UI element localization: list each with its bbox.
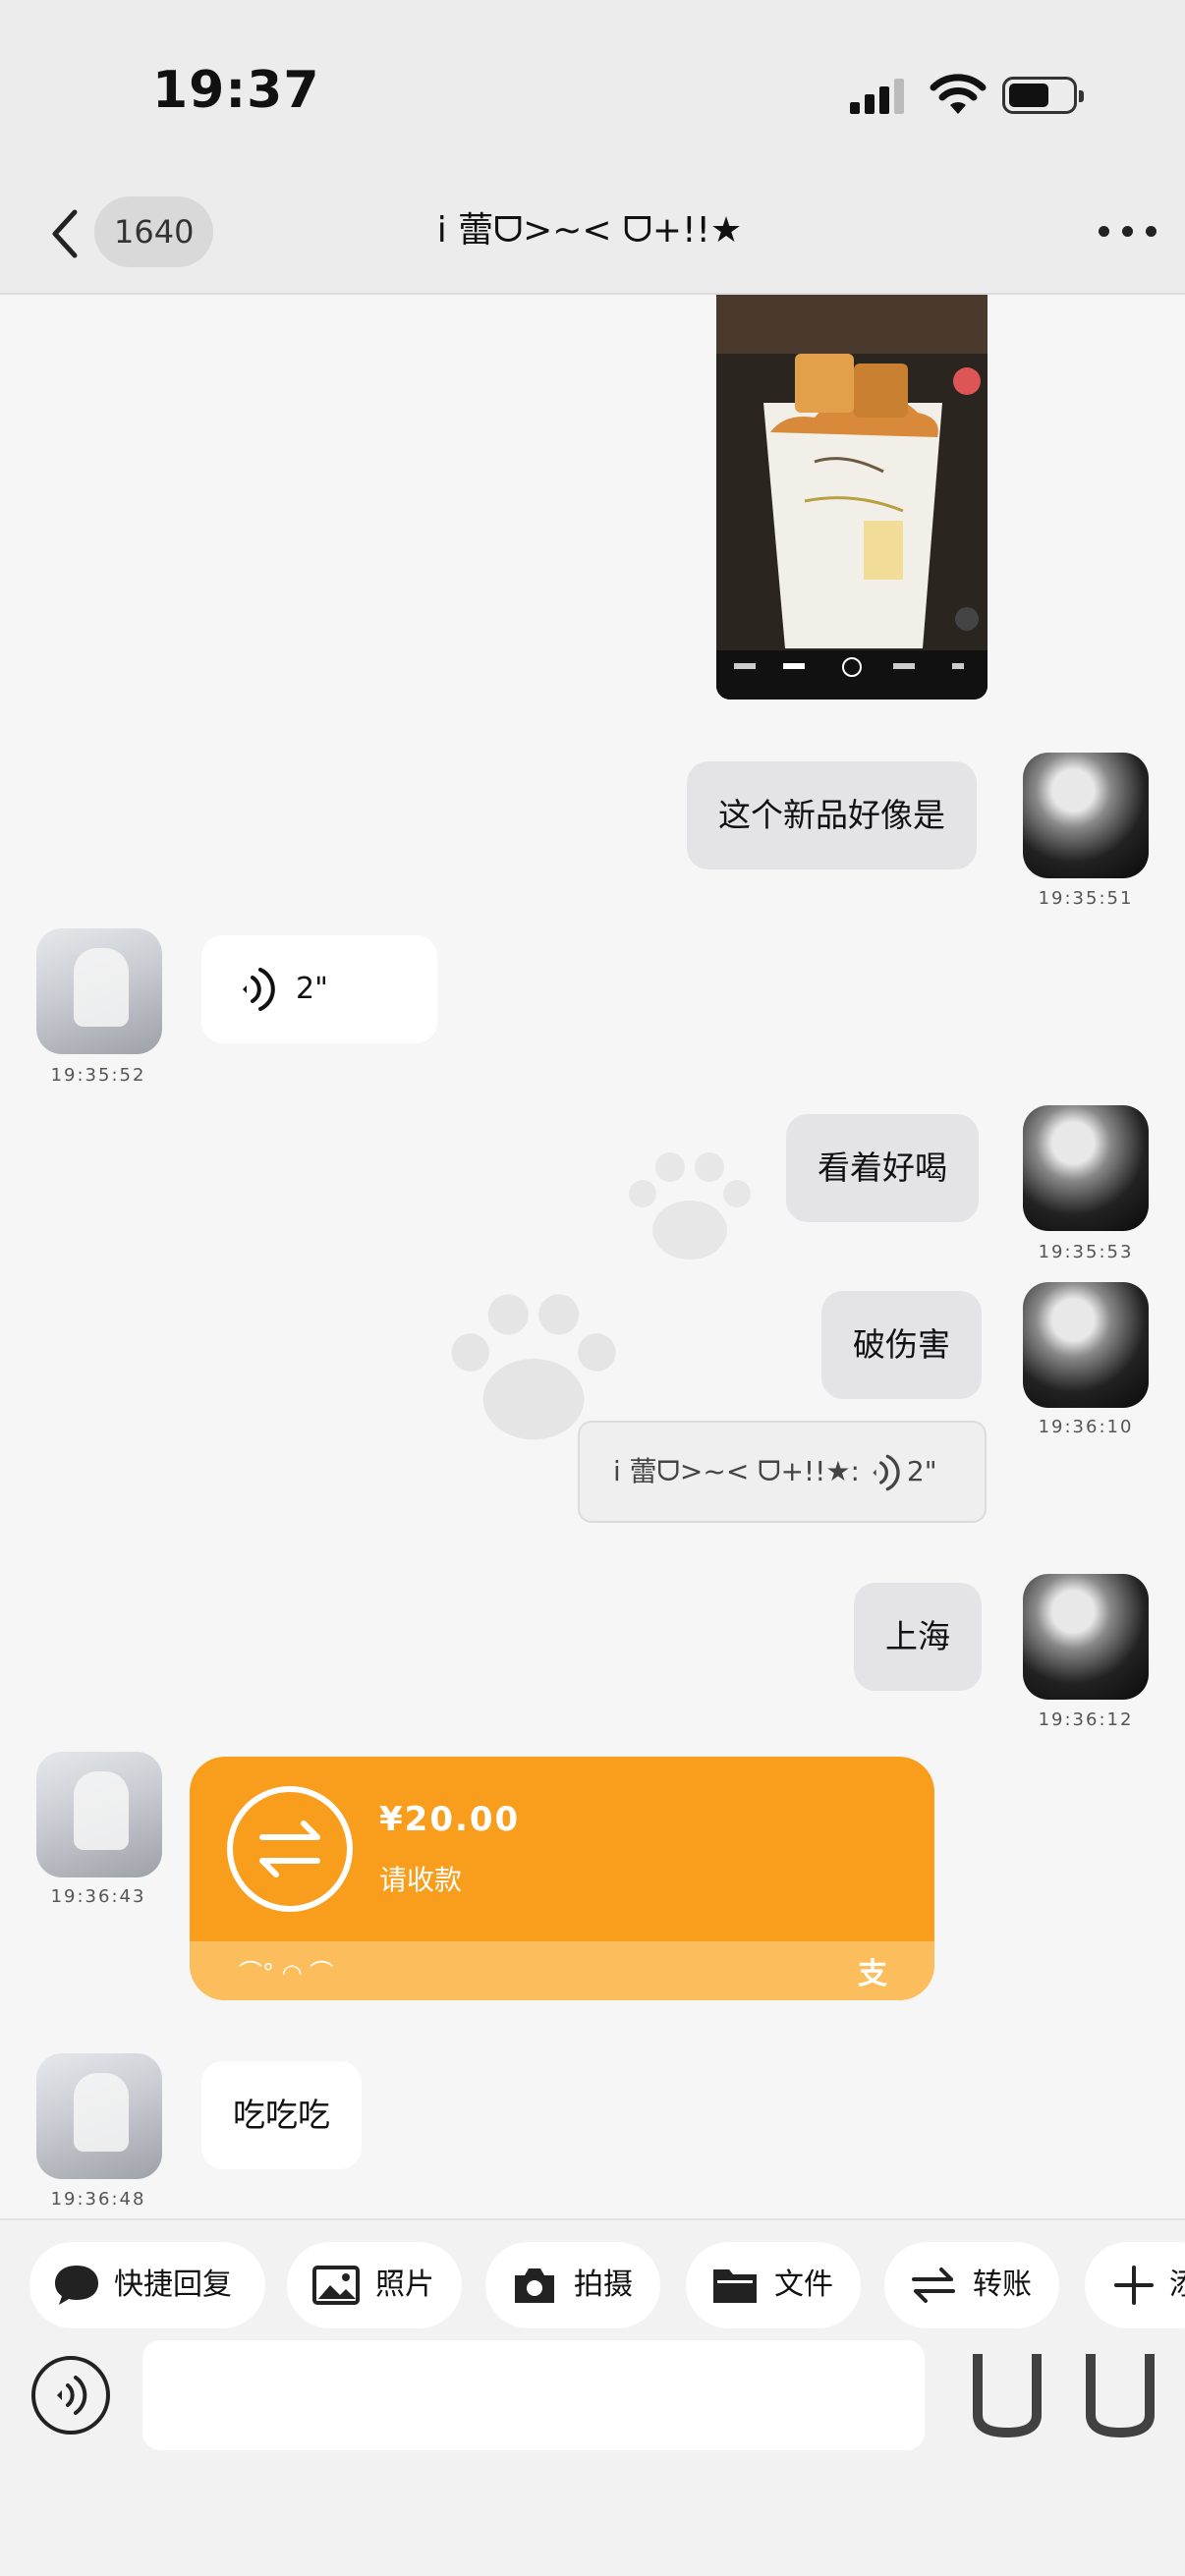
more-actions-icon[interactable]: [1081, 2346, 1159, 2438]
message-bubble-sent[interactable]: 看着好喝: [786, 1114, 979, 1222]
chip-label: 快捷回复: [114, 2268, 232, 2302]
cellular-signal-icon: [850, 79, 905, 114]
my-avatar[interactable]: [1023, 753, 1149, 878]
contact-avatar[interactable]: [36, 928, 162, 1054]
message-timestamp: 19:35:52: [50, 1065, 146, 1086]
contact-avatar[interactable]: [36, 1752, 162, 1877]
image-icon: [312, 2266, 360, 2305]
chip-label: 添: [1169, 2268, 1185, 2302]
message-timestamp: 19:36:48: [50, 2189, 146, 2210]
back-arrow-icon[interactable]: [41, 204, 90, 263]
chat-area[interactable]: 这个新品好像是 19:35:51 19:35:52 2" 看着好喝 19:35:…: [0, 295, 1185, 2218]
chat-title[interactable]: i 蕾ᗜ>~< ᗜ+!!★: [295, 206, 884, 255]
transfer-icon: [912, 2268, 955, 2303]
my-avatar[interactable]: [1023, 1574, 1149, 1700]
quoted-duration: 2": [906, 1455, 937, 1487]
drink-photo: [716, 295, 988, 700]
transfer-request-card[interactable]: ¥20.00 请收款 ⌒° ◠ ⌒ 支: [190, 1757, 934, 2000]
message-bubble-sent[interactable]: 破伤害: [821, 1291, 982, 1399]
transfer-emote: ⌒° ◠ ⌒: [239, 1959, 334, 1987]
chip-label: 拍摄: [574, 2268, 633, 2302]
chip-label: 照片: [375, 2268, 434, 2302]
message-timestamp: 19:36:43: [50, 1886, 146, 1907]
input-toolbar: 快捷回复 照片 拍摄 文件 转账 添: [0, 2218, 1185, 2576]
transfer-arrows-icon: [227, 1786, 353, 1912]
unread-count-badge[interactable]: 1640: [94, 196, 214, 267]
camera-button[interactable]: 拍摄: [485, 2242, 660, 2328]
emoji-icon[interactable]: [968, 2346, 1046, 2438]
voice-wave-icon: [57, 2376, 87, 2415]
status-bar: 19:37: [0, 0, 1185, 187]
folder-icon: [713, 2269, 757, 2303]
paw-print-decoration: [629, 1152, 751, 1260]
my-avatar[interactable]: [1023, 1282, 1149, 1408]
image-message[interactable]: [716, 295, 988, 700]
speech-bubble-icon: [55, 2266, 98, 2305]
message-bubble-received[interactable]: 吃吃吃: [201, 2061, 362, 2169]
plus-icon: [1114, 2266, 1154, 2305]
message-bubble-sent[interactable]: 这个新品好像是: [687, 761, 977, 869]
voice-message[interactable]: 2": [201, 935, 437, 1043]
camera-icon: [515, 2268, 554, 2303]
transfer-status: 请收款: [379, 1864, 463, 1896]
chat-header: 1640 i 蕾ᗜ>~< ᗜ+!!★: [0, 187, 1185, 295]
payment-brand-icon: 支: [858, 1957, 887, 1991]
voice-wave-icon: [873, 1454, 900, 1491]
voice-wave-icon: [243, 968, 275, 1011]
transfer-amount: ¥20.00: [379, 1800, 521, 1839]
wifi-icon: [930, 74, 987, 114]
transfer-footer: ⌒° ◠ ⌒ 支: [190, 1941, 934, 2000]
voice-duration: 2": [296, 972, 328, 1006]
contact-avatar[interactable]: [36, 2053, 162, 2179]
message-timestamp: 19:36:10: [1038, 1417, 1134, 1437]
message-bubble-sent[interactable]: 上海: [854, 1583, 982, 1691]
status-time: 19:37: [152, 61, 320, 120]
more-options-icon[interactable]: [1099, 222, 1157, 242]
quick-reply-button[interactable]: 快捷回复: [29, 2242, 265, 2328]
voice-input-toggle[interactable]: [31, 2356, 110, 2435]
quoted-reply[interactable]: i 蕾ᗜ>~< ᗜ+!!★: 2": [578, 1421, 987, 1523]
battery-icon: [1002, 77, 1084, 114]
message-input[interactable]: [142, 2340, 925, 2450]
chip-label: 转账: [973, 2268, 1032, 2302]
photo-button[interactable]: 照片: [287, 2242, 462, 2328]
message-timestamp: 19:35:51: [1038, 888, 1134, 909]
file-button[interactable]: 文件: [686, 2242, 861, 2328]
transfer-button[interactable]: 转账: [884, 2242, 1059, 2328]
chip-label: 文件: [774, 2268, 833, 2302]
quoted-sender: i 蕾ᗜ>~< ᗜ+!!★:: [613, 1455, 860, 1487]
add-more-button[interactable]: 添: [1085, 2242, 1185, 2328]
my-avatar[interactable]: [1023, 1105, 1149, 1231]
message-timestamp: 19:36:12: [1038, 1709, 1134, 1730]
message-timestamp: 19:35:53: [1038, 1242, 1134, 1262]
